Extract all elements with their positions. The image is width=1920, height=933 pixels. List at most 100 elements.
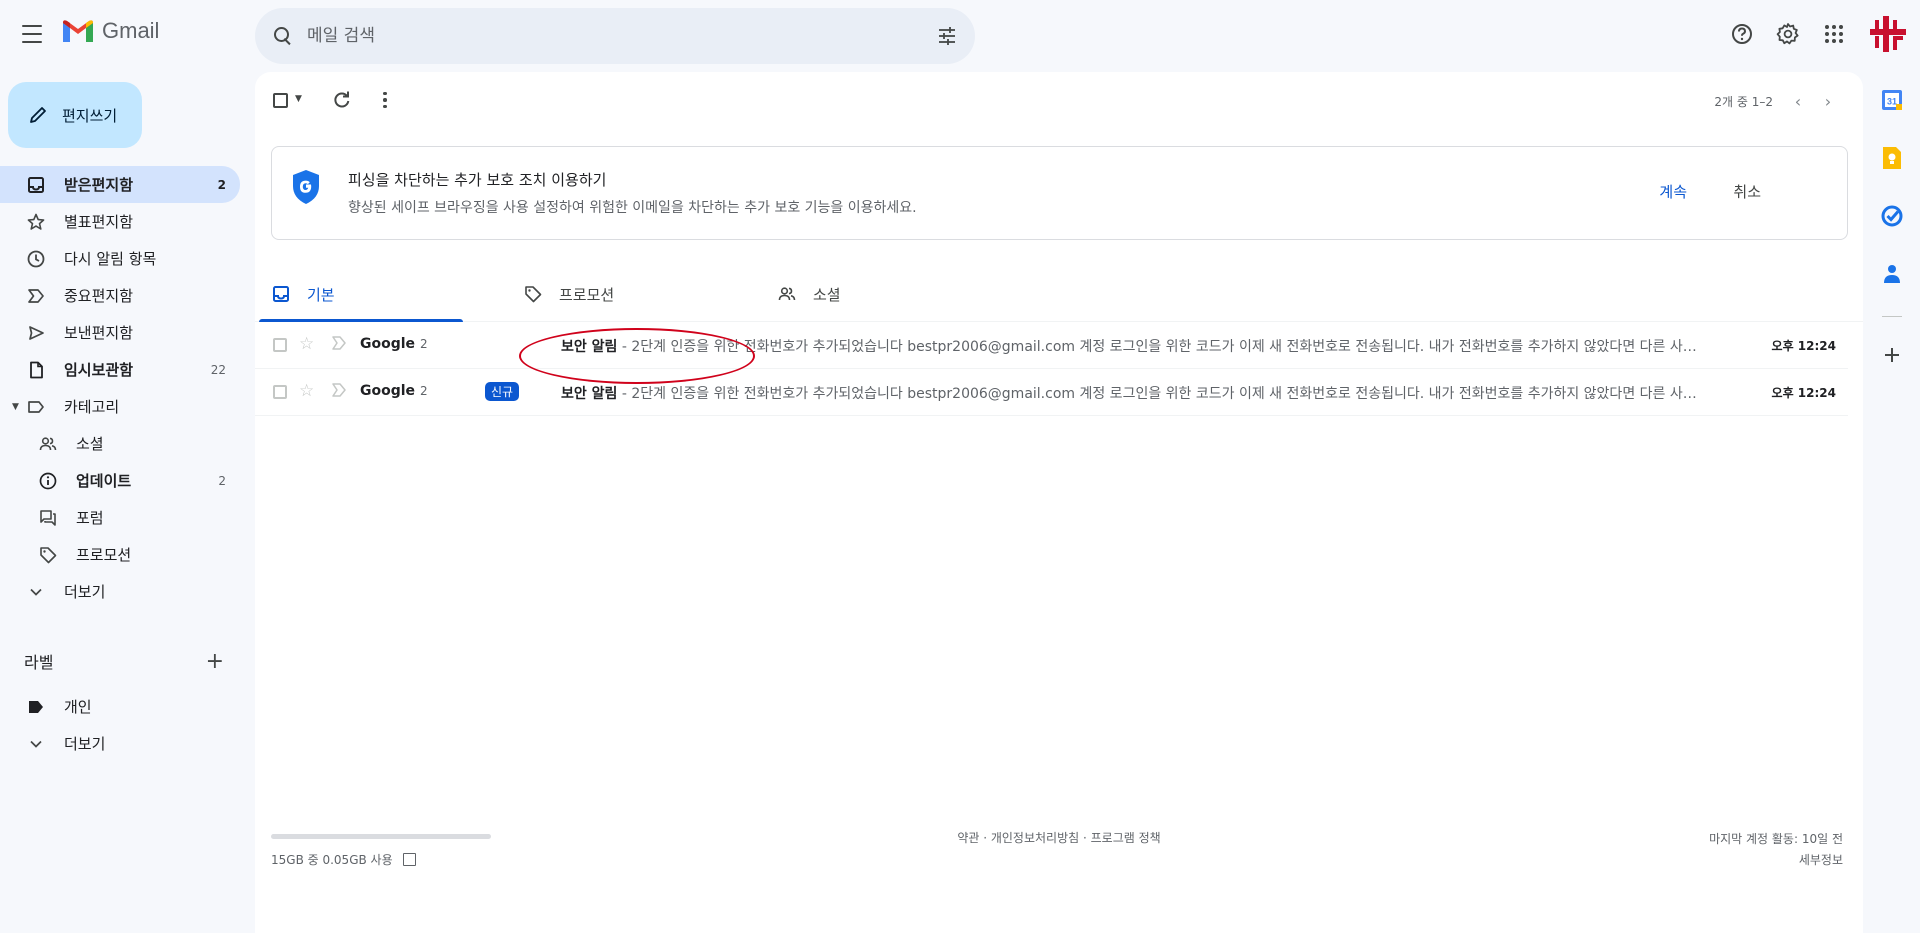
add-addon-icon[interactable] xyxy=(1872,335,1912,375)
thread-count: 2 xyxy=(420,384,428,398)
email-snippet: - 2단계 인증을 위한 전화번호가 추가되었습니다 bestpr2006@gm… xyxy=(621,339,1709,355)
email-content: 보안 알림 - 2단계 인증을 위한 전화번호가 추가되었습니다 bestpr2… xyxy=(561,383,1709,403)
account-activity: 마지막 계정 활동: 10일 전 세부정보 xyxy=(1709,829,1843,871)
label-outline-icon xyxy=(26,397,46,417)
label-item-more[interactable]: 더보기 xyxy=(0,725,240,762)
tasks-icon[interactable] xyxy=(1872,196,1912,236)
app-name: Gmail xyxy=(102,18,160,43)
email-row[interactable]: ☆ Google 2 보안 알림 - 2단계 인증을 위한 전화번호가 추가되었습… xyxy=(255,322,1848,384)
sidebar-item-label: 중요편지함 xyxy=(64,287,134,305)
tab-social[interactable]: 소셜 xyxy=(777,266,841,322)
sidebar-item-promotions[interactable]: 프로모션 xyxy=(0,536,240,573)
email-subject: 보안 알림 xyxy=(561,386,618,402)
open-in-new-icon[interactable] xyxy=(402,853,416,866)
sidebar-item-inbox[interactable]: 받은편지함 2 xyxy=(0,166,240,203)
side-panel-divider xyxy=(1882,316,1902,317)
sidebar-item-label: 더보기 xyxy=(64,583,106,601)
tab-label: 기본 xyxy=(307,285,335,304)
pagination-text: 2개 중 1–2 xyxy=(1714,95,1773,109)
security-banner: 피싱을 차단하는 추가 보호 조치 이용하기 향상된 세이프 브라우징을 사용 … xyxy=(271,146,1848,240)
email-time: 오후 12:24 xyxy=(1771,339,1836,353)
search-icon[interactable] xyxy=(273,26,293,46)
calendar-icon[interactable]: 31 xyxy=(1872,80,1912,120)
settings-icon[interactable] xyxy=(1768,14,1808,54)
help-icon[interactable] xyxy=(1722,14,1762,54)
search-options-icon[interactable] xyxy=(937,26,957,46)
sidebar-item-forums[interactable]: 포럼 xyxy=(0,499,240,536)
importance-marker-icon[interactable] xyxy=(332,335,346,351)
chevron-down-icon xyxy=(26,734,46,754)
sidebar-item-important[interactable]: 중요편지함 xyxy=(0,277,240,314)
previous-page-icon[interactable]: ‹ xyxy=(1783,92,1813,111)
sidebar-item-updates[interactable]: 업데이트 2 xyxy=(0,462,240,499)
apps-grid-icon[interactable] xyxy=(1814,14,1854,54)
tab-primary[interactable]: 기본 xyxy=(259,266,462,322)
details-link[interactable]: 세부정보 xyxy=(1709,850,1843,871)
keep-icon[interactable] xyxy=(1872,138,1912,178)
email-sender: Google 2 xyxy=(360,336,428,352)
sidebar-item-drafts[interactable]: 임시보관함 22 xyxy=(0,351,240,388)
inbox-icon xyxy=(271,284,291,304)
email-subject: 보안 알림 xyxy=(561,339,618,355)
sidebar-item-social[interactable]: 소셜 xyxy=(0,425,240,462)
send-icon xyxy=(26,323,46,343)
main-menu-icon[interactable] xyxy=(20,22,44,46)
row-checkbox[interactable] xyxy=(273,385,287,399)
sidebar-item-snoozed[interactable]: 다시 알림 항목 xyxy=(0,240,240,277)
top-bar: Gmail xyxy=(0,0,1920,70)
labels-title: 라벨 xyxy=(24,653,54,672)
sidebar-item-count: 22 xyxy=(210,362,226,377)
banner-cancel-button[interactable]: 취소 xyxy=(1733,181,1761,202)
next-page-icon[interactable]: › xyxy=(1813,92,1843,111)
new-badge: 신규 xyxy=(485,382,520,401)
row-checkbox[interactable] xyxy=(273,338,287,352)
select-options-caret-icon[interactable]: ▼ xyxy=(295,94,302,104)
gmail-m-icon xyxy=(63,20,93,42)
tab-promotions[interactable]: 프로모션 xyxy=(523,266,614,322)
account-avatar-icon[interactable] xyxy=(1868,14,1908,54)
compose-button[interactable]: 편지쓰기 xyxy=(8,82,142,148)
pencil-icon xyxy=(30,107,46,123)
people-icon xyxy=(777,284,797,304)
banner-continue-button[interactable]: 계속 xyxy=(1659,181,1687,202)
sidebar-item-categories[interactable]: ▼ 카테고리 xyxy=(0,388,240,425)
label-item-label: 개인 xyxy=(64,698,92,716)
sidebar-item-starred[interactable]: 별표편지함 xyxy=(0,203,240,240)
draft-icon xyxy=(26,360,46,380)
search-input[interactable] xyxy=(307,26,907,46)
email-list: ☆ Google 2 보안 알림 - 2단계 인증을 위한 전화번호가 추가되었습… xyxy=(255,322,1848,416)
add-label-icon[interactable]: + xyxy=(206,649,224,674)
more-options-icon[interactable] xyxy=(373,88,397,112)
tab-label: 프로모션 xyxy=(559,285,615,304)
tag-icon xyxy=(38,545,58,565)
star-icon[interactable]: ☆ xyxy=(299,381,314,401)
importance-marker-icon[interactable] xyxy=(332,382,346,398)
email-row[interactable]: ☆ Google 2 신규 보안 알림 - 2단계 인증을 위한 전화번호가 추가… xyxy=(255,369,1848,416)
sidebar-item-label: 카테고리 xyxy=(64,398,120,416)
refresh-icon[interactable] xyxy=(330,88,354,112)
collapse-caret-icon[interactable]: ▼ xyxy=(12,402,19,412)
important-icon xyxy=(26,286,46,306)
contacts-icon[interactable] xyxy=(1872,254,1912,294)
select-all-checkbox[interactable] xyxy=(273,93,288,108)
pagination: 2개 중 1–2 ‹ › xyxy=(1714,92,1843,111)
last-activity-text: 마지막 계정 활동: 10일 전 xyxy=(1709,832,1843,846)
sidebar-item-label: 다시 알림 항목 xyxy=(64,250,157,268)
star-icon[interactable]: ☆ xyxy=(299,334,314,354)
sidebar-item-sent[interactable]: 보낸편지함 xyxy=(0,314,240,351)
main-panel: ▼ 2개 중 1–2 ‹ › 피싱을 차단하는 추가 보호 조치 이용하기 향상… xyxy=(255,72,1863,933)
sidebar-item-label: 보낸편지함 xyxy=(64,324,134,342)
side-panel: 31 xyxy=(1864,80,1920,393)
footer-links[interactable]: 약관 · 개인정보처리방침 · 프로그램 정책 xyxy=(255,829,1863,846)
labels-list: 개인 더보기 xyxy=(0,688,240,762)
sender-name: Google xyxy=(360,383,416,399)
category-tabs: 기본 프로모션 소셜 xyxy=(255,266,1863,322)
sidebar-item-label: 임시보관함 xyxy=(64,361,134,379)
email-sender: Google 2 xyxy=(360,383,428,399)
storage-text-row: 15GB 중 0.05GB 사용 xyxy=(271,851,491,868)
sidebar-item-more[interactable]: 더보기 xyxy=(0,573,240,610)
sidebar-item-label: 받은편지함 xyxy=(64,176,134,194)
label-item-personal[interactable]: 개인 xyxy=(0,688,240,725)
gmail-logo[interactable]: Gmail xyxy=(62,18,159,44)
compose-label: 편지쓰기 xyxy=(62,106,118,125)
